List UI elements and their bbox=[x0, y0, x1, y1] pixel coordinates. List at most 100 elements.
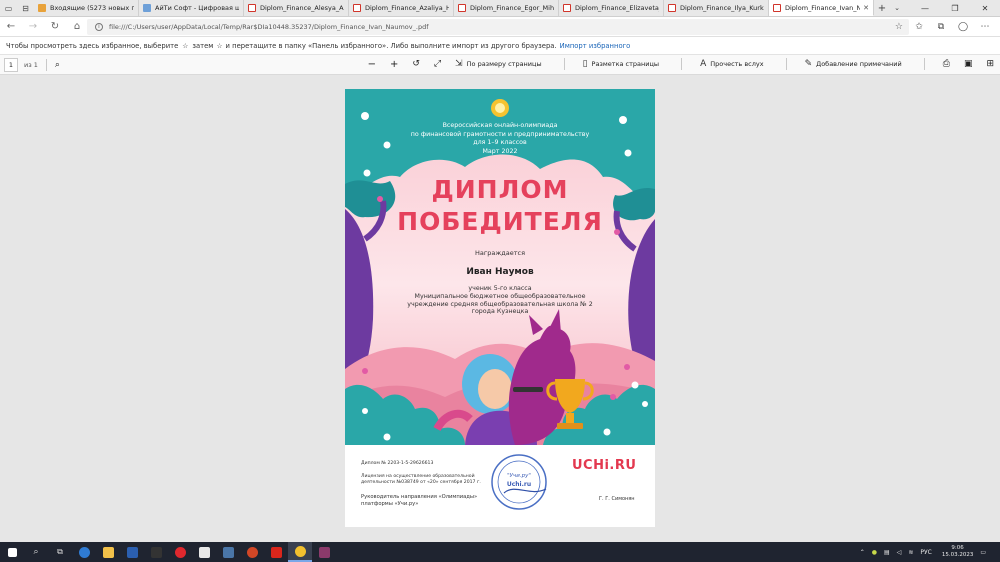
notifications-icon[interactable]: ▭ bbox=[980, 549, 986, 556]
divider bbox=[923, 58, 925, 70]
refresh-icon[interactable]: ↻ bbox=[44, 21, 66, 32]
favorite-star-icon[interactable]: ☆ bbox=[895, 22, 903, 32]
network-icon[interactable]: ▤ bbox=[884, 549, 890, 556]
home-icon[interactable]: ⌂ bbox=[66, 21, 88, 32]
header-line: Всероссийская онлайн-олимпиада bbox=[442, 122, 558, 129]
header-line: для 1–9 классов bbox=[473, 139, 527, 146]
add-notes-button[interactable]: ✎ Добавление примечаний bbox=[805, 59, 902, 69]
search-icon[interactable]: ⌕ bbox=[24, 542, 48, 562]
zoom-in-icon[interactable]: + bbox=[390, 59, 398, 70]
more-icon[interactable]: ⋯ bbox=[974, 20, 996, 34]
tab-label: Diplom_Finance_Egor_Miha bbox=[470, 4, 554, 12]
favorites-hint-text-2: затем bbox=[192, 41, 214, 50]
browser-tab[interactable]: Diplom_Finance_Elizaveta_K bbox=[559, 0, 664, 16]
print-icon[interactable]: ⎙ bbox=[943, 59, 950, 69]
tab-actions-icon[interactable]: ▭ bbox=[0, 0, 17, 16]
start-icon[interactable] bbox=[0, 542, 24, 562]
tab-list-chevron-icon[interactable]: ⌄ bbox=[890, 0, 904, 16]
forward-icon[interactable]: → bbox=[22, 21, 44, 32]
clock[interactable]: 9:06 15.03.2023 bbox=[942, 545, 974, 559]
tab-strip: ▭ ⊟ Входящие (5273 новых пи АйТи Софт - … bbox=[0, 0, 1000, 17]
search-icon[interactable]: ⌕ bbox=[55, 60, 60, 70]
wifi-icon[interactable]: ≋ bbox=[908, 549, 913, 556]
pdf-icon bbox=[773, 3, 781, 12]
signer-name: Г. Г. Симонян bbox=[599, 496, 635, 502]
header-line: Март 2022 bbox=[482, 147, 518, 155]
detail-line: ученик 5-го класса bbox=[468, 285, 532, 292]
collections-icon[interactable]: ⧉ bbox=[930, 20, 952, 34]
divider bbox=[785, 58, 787, 70]
tray-app-icon[interactable]: ● bbox=[872, 549, 877, 556]
task-view-icon[interactable]: ⧉ bbox=[48, 542, 72, 562]
word-app-icon[interactable] bbox=[120, 542, 144, 562]
import-favorites-link[interactable]: Импорт избранного bbox=[560, 42, 631, 50]
volume-icon[interactable]: ◁ bbox=[897, 549, 902, 556]
divider bbox=[563, 58, 565, 70]
recipient-name: Иван Наумов bbox=[466, 267, 534, 277]
opera-app-icon[interactable] bbox=[168, 542, 192, 562]
files-app-icon[interactable] bbox=[192, 542, 216, 562]
fit-page-button[interactable]: ⇲ По размеру страницы bbox=[455, 59, 541, 69]
winrar-app-icon[interactable] bbox=[312, 542, 336, 562]
rotate-icon[interactable]: ↺ bbox=[412, 59, 420, 69]
edge-app-icon[interactable] bbox=[72, 542, 96, 562]
close-tab-icon[interactable]: ✕ bbox=[863, 4, 869, 12]
tab-label: Diplom_Finance_Azaliya_Ha bbox=[365, 4, 449, 12]
tab-label: Diplom_Finance_Ivan_N bbox=[785, 3, 861, 12]
license-line: деятельности №038749 от «20» сентября 20… bbox=[361, 480, 481, 485]
favorites-icon[interactable]: ✩ bbox=[908, 20, 930, 34]
terminal-app-icon[interactable] bbox=[144, 542, 168, 562]
favorites-hint-text-3: и перетащите в папку «Панель избранного»… bbox=[225, 41, 557, 50]
read-aloud-button[interactable]: A Прочесть вслух bbox=[700, 59, 764, 69]
tab-label: Diplom_Finance_Elizaveta_K bbox=[575, 4, 659, 12]
browser-tab[interactable]: АйТи Софт - Цифровая шк bbox=[139, 0, 244, 16]
head-line: Руководитель направления «Олимпиады» bbox=[361, 494, 478, 500]
explorer-app-icon[interactable] bbox=[96, 542, 120, 562]
vertical-tabs-icon[interactable]: ⊟ bbox=[17, 0, 34, 16]
pdf-toolbar: 1 из 1 ⌕ − + ↺ ⤢ ⇲ По размеру страницы ▯… bbox=[0, 55, 1000, 75]
page-view-button[interactable]: ▯ Разметка страницы bbox=[583, 59, 659, 69]
favorites-hint-text: Чтобы просмотреть здесь избранное, выбер… bbox=[6, 41, 179, 50]
favorites-hint-bar: Чтобы просмотреть здесь избранное, выбер… bbox=[0, 37, 1000, 55]
pin-toolbar-icon[interactable]: ⊞ bbox=[986, 59, 994, 69]
fit-page-label: По размеру страницы bbox=[466, 60, 542, 68]
page-number-input[interactable]: 1 bbox=[4, 57, 18, 72]
system-tray: ⌃ ● ▤ ◁ ≋ РУС 9:06 15.03.2023 ▭ bbox=[853, 542, 986, 562]
language-indicator[interactable]: РУС bbox=[920, 549, 931, 556]
tab-label: Diplom_Finance_Alesya_Asa bbox=[260, 4, 344, 12]
maximize-icon[interactable]: ❐ bbox=[940, 0, 970, 16]
close-icon[interactable]: ✕ bbox=[970, 0, 1000, 16]
chrome-app-icon[interactable] bbox=[288, 542, 312, 562]
read-aloud-label: Прочесть вслух bbox=[710, 60, 764, 68]
pdf-icon bbox=[458, 4, 466, 12]
browser-tab[interactable]: Diplom_Finance_Azaliya_Ha bbox=[349, 0, 454, 16]
powerpoint-app-icon[interactable] bbox=[240, 542, 264, 562]
clock-time: 9:06 bbox=[951, 545, 964, 551]
pdf-icon bbox=[248, 4, 256, 12]
new-tab-button[interactable]: + bbox=[874, 0, 890, 16]
diploma-subtitle: ПОБЕДИТЕЛЯ bbox=[397, 207, 603, 236]
pdf-toolbar-right: − + ↺ ⤢ ⇲ По размеру страницы ▯ Разметка… bbox=[358, 58, 994, 70]
browser-tab[interactable]: Diplom_Finance_Egor_Miha bbox=[454, 0, 559, 16]
fullscreen-icon[interactable]: ⤢ bbox=[434, 59, 441, 69]
browser-tab[interactable]: Diplom_Finance_Ilya_Kurkin bbox=[664, 0, 769, 16]
vk-app-icon[interactable] bbox=[216, 542, 240, 562]
url-field[interactable]: i file:///C:/Users/user/AppData/Local/Te… bbox=[87, 19, 909, 35]
tab-label: Входящие (5273 новых пи bbox=[50, 4, 134, 12]
zoom-out-icon[interactable]: − bbox=[368, 59, 376, 70]
browser-tab[interactable]: Входящие (5273 новых пи bbox=[34, 0, 139, 16]
tab-label: АйТи Софт - Цифровая шк bbox=[155, 4, 239, 12]
back-icon[interactable]: ← bbox=[0, 21, 22, 32]
profile-icon[interactable]: ◯ bbox=[952, 20, 974, 34]
info-icon[interactable]: i bbox=[95, 23, 103, 31]
diploma-title: ДИПЛОМ bbox=[431, 175, 569, 204]
browser-tab-active[interactable]: Diplom_Finance_Ivan_N ✕ bbox=[769, 0, 874, 16]
document-viewer[interactable]: Всероссийская онлайн-олимпиада по финанс… bbox=[0, 75, 1000, 542]
tray-chevron-icon[interactable]: ⌃ bbox=[860, 549, 865, 556]
save-icon[interactable]: ▣ bbox=[964, 59, 973, 69]
acrobat-app-icon[interactable] bbox=[264, 542, 288, 562]
minimize-icon[interactable]: — bbox=[910, 0, 940, 16]
mail-icon bbox=[38, 4, 46, 12]
olympiad-header: Всероссийская онлайн-олимпиада по финанс… bbox=[345, 122, 655, 156]
browser-tab[interactable]: Diplom_Finance_Alesya_Asa bbox=[244, 0, 349, 16]
